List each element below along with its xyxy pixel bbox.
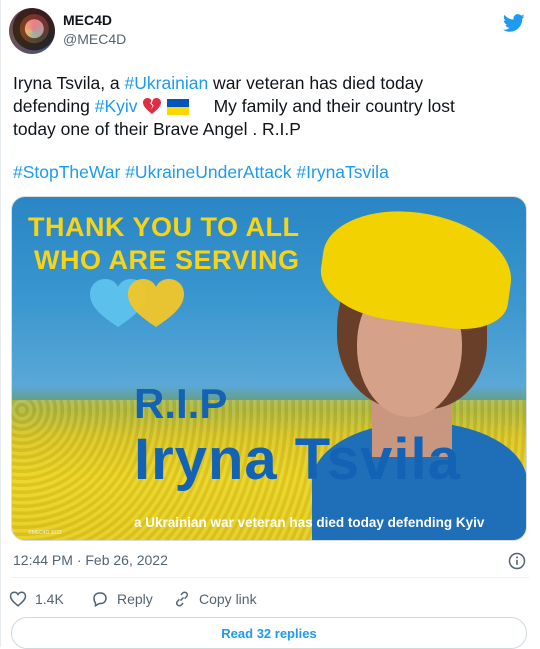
tweet-text-segment: defending [13, 96, 95, 116]
hashtag-ukrainian[interactable]: #Ukrainian [125, 73, 209, 93]
heart-icon [9, 591, 27, 607]
broken-heart-emoji [143, 98, 162, 114]
author-handle[interactable]: @MEC4D [63, 31, 126, 47]
twitter-bird-icon[interactable] [502, 12, 526, 34]
ukraine-flag-emoji [167, 99, 190, 115]
author-name[interactable]: MEC4D [63, 12, 112, 28]
image-credit: ©MEC4D 2022 [28, 530, 62, 536]
image-rip: R.I.P [134, 380, 228, 427]
avatar[interactable] [9, 8, 55, 54]
hearts-icon [90, 279, 184, 327]
hashtag-irynatsvila[interactable]: #IrynaTsvila [296, 162, 388, 182]
tweet-image[interactable]: THANK YOU TO ALL WHO ARE SERVING R.I.P I… [11, 196, 527, 541]
tweet-text-segment: My family and their country lost [213, 96, 455, 116]
reply-button[interactable]: Reply [91, 590, 153, 608]
tweet-card: MEC4D @MEC4D Iryna Tsvila, a #Ukrainian … [0, 0, 540, 649]
tweet-text-segment: war veteran has died today [208, 73, 424, 93]
image-headline-1: THANK YOU TO ALL [28, 212, 300, 242]
reply-icon [93, 592, 107, 608]
link-icon [175, 591, 189, 607]
tweet-text-segment: Iryna Tsvila, a [13, 73, 125, 93]
reply-label: Reply [117, 591, 153, 607]
read-replies-button[interactable]: Read 32 replies [11, 617, 527, 649]
hashtag-stopthewar[interactable]: #StopTheWar [13, 162, 120, 182]
image-name: Iryna Tsvila [134, 427, 461, 492]
hashtag-ukraineunderattack[interactable]: #UkraineUnderAttack [125, 162, 291, 182]
like-count: 1.4K [35, 591, 64, 607]
info-icon[interactable] [508, 552, 526, 570]
image-subtitle: a Ukrainian war veteran has died today d… [134, 515, 485, 530]
tweet-text: Iryna Tsvila, a #Ukrainian war veteran h… [13, 72, 513, 184]
divider [11, 577, 530, 578]
copy-link-label: Copy link [199, 591, 257, 607]
copy-link-button[interactable]: Copy link [173, 590, 257, 608]
hashtag-kyiv[interactable]: #Kyiv [95, 96, 138, 116]
tweet-text-segment: today one of their Brave Angel . R.I.P [13, 119, 301, 139]
like-button[interactable]: 1.4K [9, 590, 64, 608]
timestamp[interactable]: 12:44 PM · Feb 26, 2022 [13, 552, 168, 568]
image-headline-2: WHO ARE SERVING [34, 245, 300, 275]
